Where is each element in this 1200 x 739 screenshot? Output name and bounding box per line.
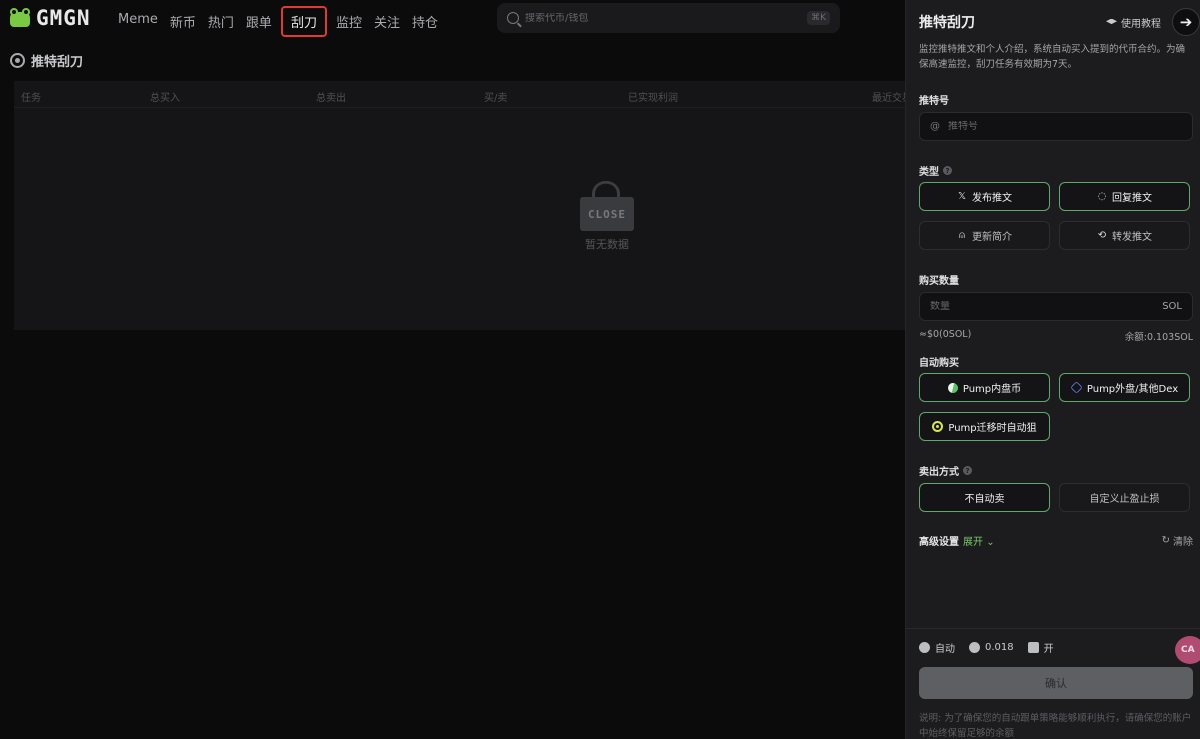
empty-state: CLOSE 暂无数据	[565, 180, 649, 252]
twitter-field[interactable]: @	[919, 112, 1193, 141]
advanced-settings-label: 高级设置	[919, 537, 959, 548]
target-icon	[10, 53, 25, 68]
fee-icon	[969, 642, 980, 653]
divider	[906, 628, 1200, 629]
anti-mev-setting[interactable]: 开	[1027, 640, 1054, 655]
nav-item-meme[interactable]: Meme	[112, 6, 164, 37]
search-icon	[507, 12, 519, 24]
auto-gas-setting[interactable]: 自动	[919, 640, 955, 655]
column-header-task: 任务	[21, 93, 41, 104]
clear-button[interactable]: ↻ 清除	[1162, 533, 1193, 548]
refresh-icon: ↻	[1161, 535, 1170, 546]
shield-icon	[1027, 642, 1039, 653]
nav-item-monitor[interactable]: 监控	[330, 6, 368, 37]
nav-item-holdings[interactable]: 持仓	[406, 6, 444, 37]
graduation-cap-icon	[1106, 18, 1117, 25]
auto-buy-pump-outer[interactable]: Pump外盘/其他Dex	[1059, 373, 1190, 402]
sell-custom-tp-sl[interactable]: 自定义止盈止损	[1059, 483, 1190, 512]
retweet-icon: ⟲	[1097, 229, 1107, 241]
balance: 余额:0.103SOL	[1124, 332, 1193, 343]
page: GMGN Meme 新币 热门 跟单 刮刀 监控 关注 持仓 ⌘K 推特刮刀 任…	[0, 0, 1200, 739]
nav-item-sniper[interactable]: 刮刀	[280, 6, 327, 37]
panel-description: 监控推特推文和个人介绍，系统自动买入提到的代币合约。为确保高速监控，刮刀任务有效…	[919, 44, 1186, 70]
search-input[interactable]	[525, 12, 802, 24]
search-shortcut: ⌘K	[807, 11, 830, 25]
type-retweet[interactable]: ⟲ 转发推文	[1059, 221, 1190, 250]
advanced-settings-row: 高级设置 展开 ⌄ ↻ 清除	[919, 533, 1193, 548]
panel-title: 推特刮刀	[919, 15, 975, 31]
type-reply-tweet[interactable]: ◌ 回复推文	[1059, 182, 1190, 211]
gauge-icon	[919, 642, 930, 653]
column-header-total-buy: 总买入	[150, 93, 180, 104]
dex-icon	[1070, 381, 1083, 394]
pill-icon	[946, 380, 960, 395]
auto-buy-pump-inner[interactable]: Pump内盘币	[919, 373, 1050, 402]
nav-item-follow[interactable]: 关注	[368, 6, 406, 37]
logo[interactable]: GMGN	[8, 6, 91, 30]
footer-stats: 自动 0.018 开	[919, 640, 1054, 655]
advanced-expand-toggle[interactable]: 展开 ⌄	[963, 533, 995, 548]
sell-label: 卖出方式?	[919, 463, 972, 478]
logo-text: GMGN	[36, 6, 91, 30]
amount-label: 购买数量	[919, 276, 959, 287]
column-header-buy-sell: 买/卖	[484, 93, 508, 104]
tutorial-label: 使用教程	[1121, 19, 1161, 30]
panel-header: 推特刮刀 使用教程 ➔	[919, 8, 1200, 36]
help-icon[interactable]: ?	[963, 466, 972, 475]
nav-item-hot[interactable]: 热门	[202, 6, 240, 37]
frog-logo-icon	[8, 7, 32, 29]
amount-info-row: ≈$0(0SOL) 余额:0.103SOL	[919, 329, 1193, 343]
nav-item-new-coins[interactable]: 新币	[164, 6, 202, 37]
close-sign-text: CLOSE	[587, 207, 627, 221]
auto-buy-pump-migrate[interactable]: Pump迁移时自动狙	[919, 412, 1050, 441]
top-nav: GMGN Meme 新币 热门 跟单 刮刀 监控 关注 持仓 ⌘K	[0, 0, 905, 37]
sniper-panel: 推特刮刀 使用教程 ➔ 监控推特推文和个人介绍，系统自动买入提到的代币合约。为确…	[905, 0, 1200, 739]
page-title: 推特刮刀	[31, 55, 84, 70]
type-label: 类型?	[919, 163, 952, 178]
task-table: 任务 总买入 总卖出 买/卖 已实现利润 最近交易	[14, 81, 905, 330]
search-bar[interactable]: ⌘K	[497, 3, 840, 33]
priority-fee-setting[interactable]: 0.018	[969, 642, 1014, 653]
user-icon: ⍝	[959, 229, 965, 241]
section-title: 推特刮刀	[10, 51, 83, 70]
column-header-last-trade: 最近交易	[872, 93, 905, 104]
panel-note: 说明: 为了确保您的自动跟单策略能够顺利执行，请确保您的账户中始终保留足够的余额	[919, 713, 1192, 739]
arrow-right-icon: ➔	[1179, 13, 1193, 31]
amount-field[interactable]: SOL	[919, 292, 1193, 321]
twitter-label: 推特号	[919, 96, 949, 107]
column-header-realized-profit: 已实现利润	[628, 93, 678, 104]
twitter-input[interactable]	[948, 121, 1182, 132]
floating-ca-button[interactable]: CA	[1175, 636, 1200, 664]
chevron-down-icon: ⌄	[986, 537, 995, 548]
tutorial-link[interactable]: 使用教程	[1106, 15, 1161, 30]
nav-links: Meme 新币 热门 跟单 刮刀 监控 关注 持仓	[112, 6, 444, 37]
close-sign-icon: CLOSE	[580, 180, 634, 232]
auto-buy-label: 自动购买	[919, 358, 959, 369]
sell-no-auto[interactable]: 不自动卖	[919, 483, 1050, 512]
amount-usd: ≈$0(0SOL)	[919, 329, 972, 340]
nav-item-copy-trade[interactable]: 跟单	[240, 6, 278, 37]
column-header-total-sell: 总卖出	[316, 93, 346, 104]
amount-input[interactable]	[930, 301, 1163, 312]
confirm-button[interactable]: 确认	[919, 667, 1193, 699]
close-panel-button[interactable]: ➔	[1172, 8, 1200, 36]
comment-icon: ◌	[1097, 190, 1107, 202]
at-prefix: @	[930, 121, 940, 132]
target-icon	[932, 421, 944, 432]
empty-text: 暂无数据	[585, 238, 629, 251]
table-header: 任务 总买入 总卖出 买/卖 已实现利润 最近交易	[14, 81, 905, 108]
amount-unit: SOL	[1162, 301, 1182, 312]
help-icon[interactable]: ?	[943, 166, 952, 175]
x-icon: 𝕏	[957, 190, 967, 202]
type-update-bio[interactable]: ⍝ 更新简介	[919, 221, 1050, 250]
type-post-tweet[interactable]: 𝕏 发布推文	[919, 182, 1050, 211]
